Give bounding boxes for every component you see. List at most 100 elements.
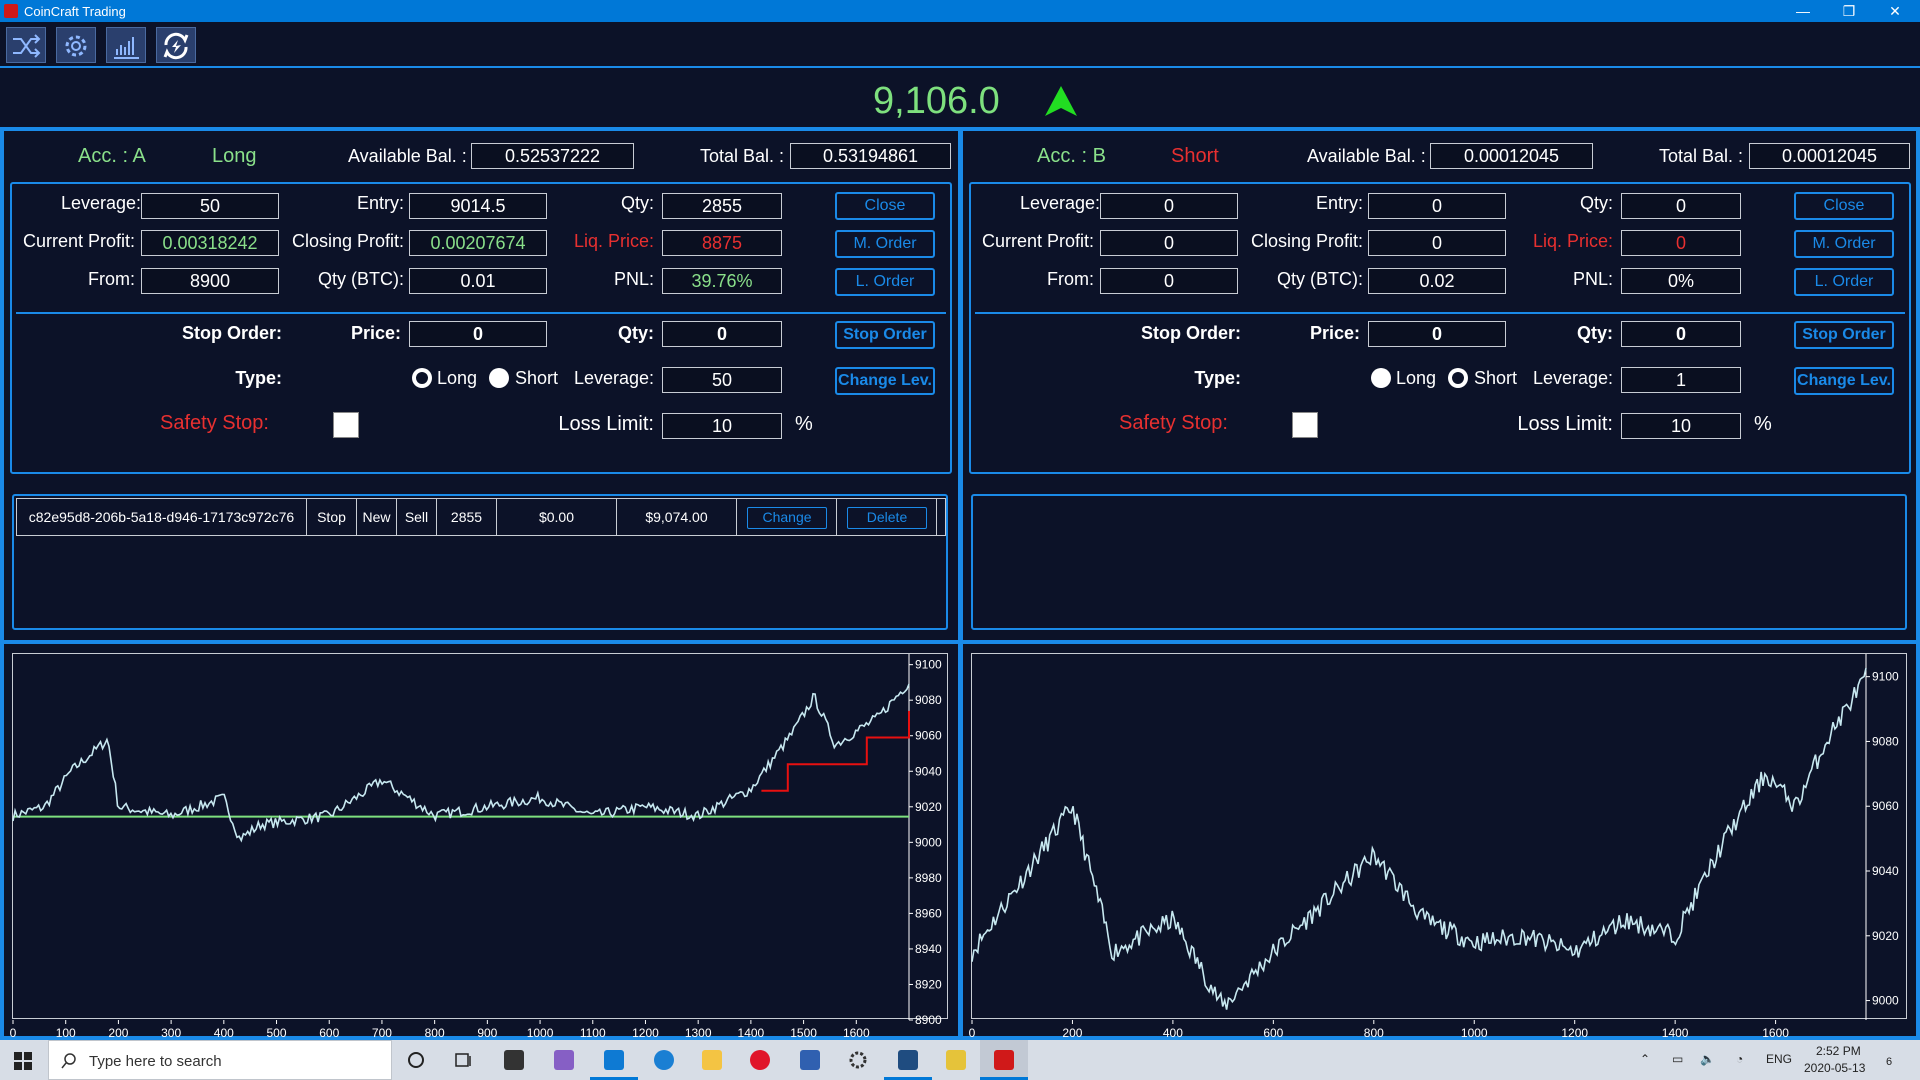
liq-price-field[interactable]: 8875 — [662, 230, 782, 256]
qty-field[interactable]: 2855 — [662, 193, 782, 219]
price-chart: 9100 9080 9060 9040 9020 9000 8980 8960 8940 8920… — [10, 653, 948, 1040]
loss-limit-field[interactable]: 10 — [662, 413, 782, 439]
edge-icon[interactable] — [640, 1040, 688, 1080]
leverage-field[interactable]: 0 — [1100, 193, 1238, 219]
current-profit-field[interactable]: 0 — [1100, 230, 1238, 256]
stop-order-button[interactable]: Stop Order — [835, 321, 935, 349]
available-balance-field[interactable]: 0.00012045 — [1430, 143, 1593, 169]
y-tick-label: 9060 — [915, 729, 942, 743]
minimize-button[interactable]: — — [1780, 0, 1826, 22]
battery-icon[interactable]: ▭ — [1672, 1052, 1683, 1066]
opera-icon[interactable] — [736, 1040, 784, 1080]
stop-leverage-field[interactable]: 50 — [662, 367, 782, 393]
stop-qty-field[interactable]: 0 — [662, 321, 782, 347]
close-position-button[interactable]: Close — [1794, 192, 1894, 220]
file-explorer-icon[interactable] — [688, 1040, 736, 1080]
total-balance-field[interactable]: 0.00012045 — [1749, 143, 1910, 169]
settings-button[interactable] — [56, 27, 96, 63]
from-label: From: — [88, 269, 135, 289]
total-balance-field[interactable]: 0.53194861 — [790, 143, 951, 169]
order-row: c82e95d8-206b-5a18-d946-17173c972c76 Stop… — [16, 498, 946, 536]
entry-field[interactable]: 9014.5 — [409, 193, 547, 219]
liq-price-field[interactable]: 0 — [1621, 230, 1741, 256]
stop-leverage-field[interactable]: 1 — [1621, 367, 1741, 393]
volume-icon[interactable]: 🔈 — [1700, 1052, 1715, 1066]
orders-list — [971, 494, 1907, 630]
y-tick-label: 9060 — [1872, 799, 1899, 813]
coincraft-taskbar-icon[interactable] — [980, 1040, 1028, 1080]
change-leverage-button[interactable]: Change Lev. — [835, 367, 935, 395]
available-balance-label: Available Bal. : — [348, 146, 467, 166]
limit-order-button[interactable]: L. Order — [1794, 268, 1894, 296]
qty-field[interactable]: 0 — [1621, 193, 1741, 219]
price-chart: 9100 9080 9060 9040 9020 9000 0 200 400 600 800 100… — [969, 653, 1907, 1040]
title-bar: CoinCraft Trading — ❐ ✕ — [0, 0, 1920, 22]
entry-field[interactable]: 0 — [1368, 193, 1506, 219]
pnl-field[interactable]: 0% — [1621, 268, 1741, 294]
short-radio[interactable] — [1448, 368, 1468, 388]
pnl-field[interactable]: 39.76% — [662, 268, 782, 294]
sync-button[interactable] — [156, 27, 196, 63]
stop-price-field[interactable]: 0 — [409, 321, 547, 347]
closing-profit-label: Closing Profit: — [292, 231, 405, 251]
order-change-button[interactable]: Change — [747, 507, 827, 529]
visual-studio-icon[interactable] — [540, 1040, 588, 1080]
short-radio-label: Short — [1474, 368, 1518, 388]
notification-count[interactable]: 6 — [1886, 1056, 1892, 1068]
stop-order-button[interactable]: Stop Order — [1794, 321, 1894, 349]
closing-profit-field[interactable]: 0 — [1368, 230, 1506, 256]
taskbar-search[interactable]: Type here to search — [48, 1040, 392, 1080]
safety-stop-checkbox[interactable] — [1292, 412, 1318, 438]
liq-price-label: Liq. Price: — [573, 231, 654, 251]
total-balance-label: Total Bal. : — [1659, 146, 1744, 166]
stop-qty-label: Qty: — [618, 323, 654, 343]
leverage-field[interactable]: 50 — [141, 193, 279, 219]
x-tick-label: 1400 — [1662, 1026, 1689, 1040]
clock-time[interactable]: 2:52 PM — [1816, 1044, 1861, 1058]
sync-taskbar-icon[interactable] — [932, 1040, 980, 1080]
task-view-icon[interactable] — [440, 1040, 488, 1080]
order-delete-button[interactable]: Delete — [847, 507, 927, 529]
current-profit-field[interactable]: 0.00318242 — [141, 230, 279, 256]
shuffle-button[interactable] — [6, 27, 46, 63]
stop-price-field[interactable]: 0 — [1368, 321, 1506, 347]
close-position-button[interactable]: Close — [835, 192, 935, 220]
long-radio[interactable] — [1371, 368, 1391, 388]
language-indicator[interactable]: ENG — [1766, 1052, 1792, 1066]
x-tick-label: 1000 — [1461, 1026, 1488, 1040]
chart-button[interactable] — [106, 27, 146, 63]
vscode-icon[interactable] — [590, 1040, 638, 1080]
wifi-icon[interactable]: ◔ — [1736, 1052, 1743, 1066]
market-order-button[interactable]: M. Order — [835, 230, 935, 258]
position-side: Short — [1171, 145, 1219, 167]
section-divider — [16, 312, 946, 314]
limit-order-button[interactable]: L. Order — [835, 268, 935, 296]
market-order-button[interactable]: M. Order — [1794, 230, 1894, 258]
cortana-icon[interactable] — [392, 1040, 440, 1080]
closing-profit-field[interactable]: 0.00207674 — [409, 230, 547, 256]
x-tick-label: 600 — [319, 1026, 339, 1040]
price-chart-svg: 9100 9080 9060 9040 9020 9000 0 200 400 600 800 100… — [969, 654, 1899, 1040]
available-balance-field[interactable]: 0.52537222 — [471, 143, 634, 169]
qty-btc-field[interactable]: 0.01 — [409, 268, 547, 294]
short-radio[interactable] — [489, 368, 509, 388]
terminal-icon[interactable] — [884, 1040, 932, 1080]
qty-btc-field[interactable]: 0.02 — [1368, 268, 1506, 294]
loss-limit-field[interactable]: 10 — [1621, 413, 1741, 439]
from-field[interactable]: 8900 — [141, 268, 279, 294]
change-leverage-button[interactable]: Change Lev. — [1794, 367, 1894, 395]
app-icon-security[interactable] — [786, 1040, 834, 1080]
safety-stop-checkbox[interactable] — [333, 412, 359, 438]
settings-taskbar-icon[interactable] — [834, 1040, 882, 1080]
entry-label: Entry: — [356, 193, 404, 213]
close-window-button[interactable]: ✕ — [1872, 0, 1918, 22]
long-radio[interactable] — [412, 368, 432, 388]
from-field[interactable]: 0 — [1100, 268, 1238, 294]
stop-qty-field[interactable]: 0 — [1621, 321, 1741, 347]
chevron-up-icon[interactable]: ⌃ — [1640, 1052, 1650, 1066]
windows-start-icon[interactable] — [14, 1052, 32, 1070]
restore-button[interactable]: ❐ — [1826, 0, 1872, 22]
pnl-label: PNL: — [613, 269, 654, 289]
clock-date[interactable]: 2020-05-13 — [1804, 1061, 1865, 1075]
store-icon[interactable] — [490, 1040, 538, 1080]
